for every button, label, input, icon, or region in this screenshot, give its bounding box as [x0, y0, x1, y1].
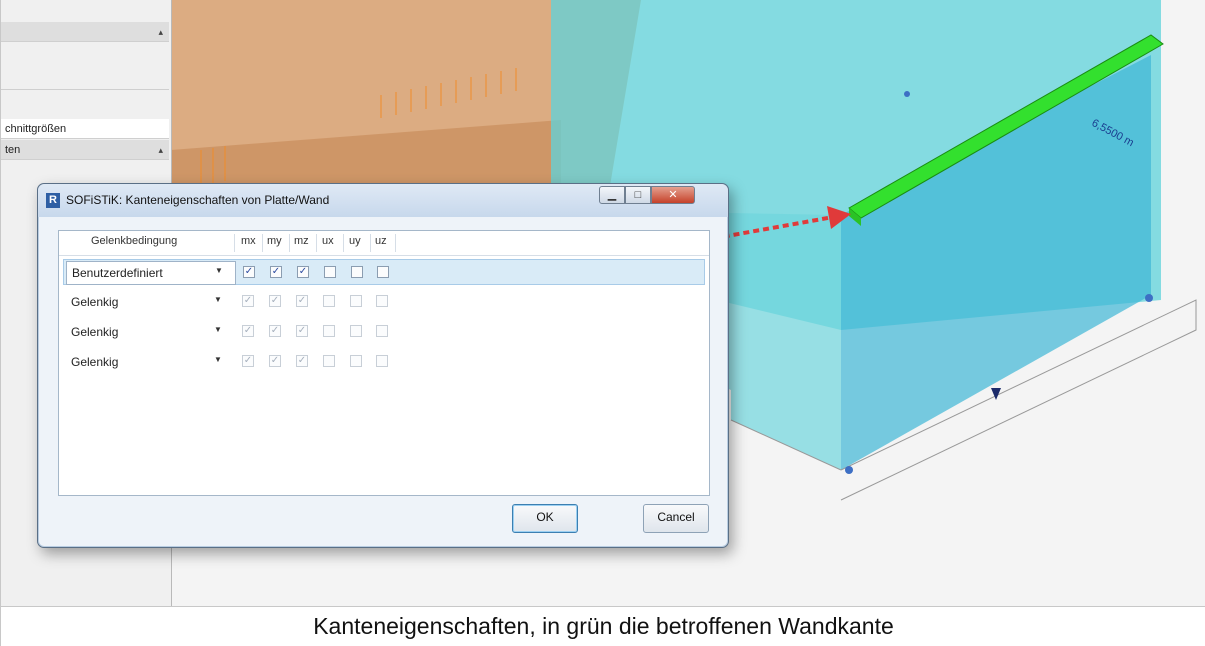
header-uy[interactable]: uy — [349, 235, 361, 247]
checkbox-ux[interactable] — [323, 295, 335, 307]
condition-value: Gelenkig — [71, 355, 119, 369]
checkbox-ux[interactable] — [323, 355, 335, 367]
dropdown-arrow-icon[interactable]: ▼ — [215, 266, 223, 275]
table-row[interactable]: Gelenkig ▼ ✓ ✓ ✓ — [63, 349, 705, 375]
collapse-icon[interactable]: ▴ — [158, 22, 163, 41]
ok-button[interactable]: OK — [512, 504, 578, 533]
checkbox-mz[interactable]: ✓ — [296, 355, 308, 367]
checkbox-my[interactable]: ✓ — [269, 355, 281, 367]
checkbox-mz[interactable]: ✓ — [296, 295, 308, 307]
screenshot-area: 6,5500 m ▴ chnittgrößen ten ▴ R SOFiSTiK… — [1, 0, 1205, 607]
checkbox-mx[interactable]: ✓ — [242, 325, 254, 337]
dialog-titlebar[interactable]: R SOFiSTiK: Kanteneigenschaften von Plat… — [38, 184, 728, 217]
header-my[interactable]: my — [267, 235, 282, 247]
checkbox-uz[interactable] — [376, 325, 388, 337]
checkbox-uz[interactable] — [376, 295, 388, 307]
panel-group-header[interactable]: ten ▴ — [1, 140, 169, 160]
edge-conditions-grid: Gelenkbedingung mx my mz ux uy uz Benutz — [58, 230, 710, 496]
checkbox-mx[interactable]: ✓ — [242, 355, 254, 367]
dropdown-arrow-icon[interactable]: ▼ — [214, 355, 222, 364]
header-mx[interactable]: mx — [241, 235, 256, 247]
condition-value: Gelenkig — [71, 325, 119, 339]
revit-app-icon: R — [46, 193, 60, 208]
checkbox-my[interactable]: ✓ — [270, 266, 282, 278]
figure-caption: Kanteneigenschaften, in grün die betroff… — [313, 613, 894, 639]
cancel-button[interactable]: Cancel — [643, 504, 709, 533]
checkbox-my[interactable]: ✓ — [269, 325, 281, 337]
checkbox-uz[interactable] — [376, 355, 388, 367]
checkbox-uz[interactable] — [377, 266, 389, 278]
table-row[interactable]: Gelenkig ▼ ✓ ✓ ✓ — [63, 289, 705, 315]
checkbox-mx[interactable]: ✓ — [243, 266, 255, 278]
dialog-title: SOFiSTiK: Kanteneigenschaften von Platte… — [66, 193, 330, 207]
checkbox-uy[interactable] — [350, 325, 362, 337]
close-button[interactable]: ✕ — [651, 186, 695, 204]
dropdown-arrow-icon[interactable]: ▼ — [214, 325, 222, 334]
edge-properties-dialog: R SOFiSTiK: Kanteneigenschaften von Plat… — [37, 183, 729, 548]
collapse-icon[interactable]: ▴ — [158, 140, 163, 159]
dropdown-arrow-icon[interactable]: ▼ — [214, 295, 222, 304]
header-mz[interactable]: mz — [294, 235, 309, 247]
condition-value: Gelenkig — [71, 295, 119, 309]
checkbox-mz[interactable]: ✓ — [297, 266, 309, 278]
table-row[interactable]: Benutzerdefiniert ▼ ✓ ✓ ✓ — [63, 259, 705, 285]
header-ux[interactable]: ux — [322, 235, 334, 247]
checkbox-uy[interactable] — [350, 355, 362, 367]
condition-value: Benutzerdefiniert — [72, 266, 163, 280]
table-row[interactable]: Gelenkig ▼ ✓ ✓ ✓ — [63, 319, 705, 345]
minimize-button[interactable]: ▁ — [599, 186, 625, 204]
panel-group-header[interactable]: ▴ — [1, 22, 169, 42]
figure-frame: 6,5500 m ▴ chnittgrößen ten ▴ R SOFiSTiK… — [0, 0, 1205, 646]
checkbox-mx[interactable]: ✓ — [242, 295, 254, 307]
checkbox-ux[interactable] — [323, 325, 335, 337]
checkbox-ux[interactable] — [324, 266, 336, 278]
checkbox-uy[interactable] — [350, 295, 362, 307]
maximize-button[interactable]: □ — [625, 186, 651, 204]
checkbox-uy[interactable] — [351, 266, 363, 278]
panel-row[interactable] — [1, 70, 169, 90]
panel-row-results[interactable]: chnittgrößen — [1, 119, 169, 139]
checkbox-my[interactable]: ✓ — [269, 295, 281, 307]
checkbox-mz[interactable]: ✓ — [296, 325, 308, 337]
header-uz[interactable]: uz — [375, 235, 387, 247]
header-condition[interactable]: Gelenkbedingung — [91, 235, 177, 247]
